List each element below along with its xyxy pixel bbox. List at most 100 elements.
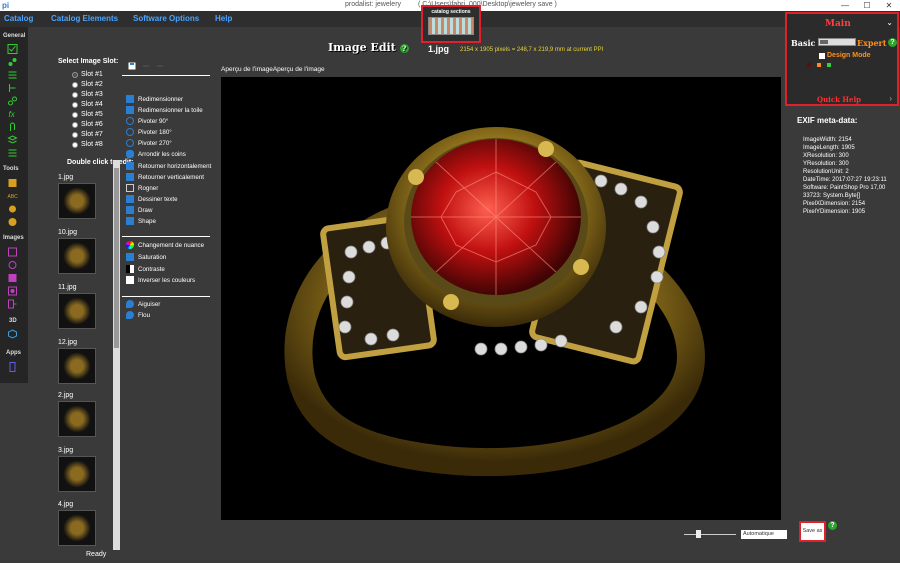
tool-item[interactable]: Contraste: [126, 265, 165, 273]
save-as-button[interactable]: Save as: [799, 521, 826, 542]
radio-selected[interactable]: [72, 71, 78, 78]
menu-catalog[interactable]: Catalog: [4, 14, 33, 23]
zoom-mode-select[interactable]: Automatique: [741, 530, 787, 539]
radio[interactable]: [72, 121, 78, 128]
badge-icon[interactable]: [7, 217, 18, 227]
tool-item[interactable]: Inverser les couleurs: [126, 276, 195, 284]
tool-item[interactable]: Saturation: [126, 253, 166, 261]
check-icon[interactable]: [7, 44, 18, 54]
design-mode-toggle[interactable]: Design Mode: [819, 52, 871, 59]
quick-help-link[interactable]: Quick Help: [817, 95, 861, 104]
image-icon[interactable]: [7, 247, 18, 257]
close-button[interactable]: ✕: [878, 0, 900, 11]
slot-option[interactable]: Slot #5: [72, 111, 103, 118]
design-mode-checkbox[interactable]: [819, 52, 825, 59]
thumbnail-image[interactable]: [58, 456, 96, 492]
tool-item[interactable]: Retourner verticalement: [126, 173, 204, 181]
thumbnail-image[interactable]: [58, 238, 96, 274]
export-icon[interactable]: [7, 299, 18, 309]
scroll-thumb[interactable]: [114, 168, 119, 348]
phone-icon[interactable]: [7, 362, 18, 372]
menu-software-options[interactable]: Software Options: [133, 14, 199, 23]
redo-icon[interactable]: [156, 62, 164, 70]
mode-slider[interactable]: [818, 38, 856, 46]
chevron-right-icon[interactable]: ›: [889, 94, 892, 103]
cube-icon[interactable]: [7, 329, 18, 339]
thumbs-scrollbar[interactable]: [113, 160, 120, 550]
list-icon[interactable]: [7, 148, 18, 158]
thumbnail-image[interactable]: [58, 510, 96, 546]
function-icon[interactable]: fx: [7, 109, 18, 119]
radio[interactable]: [72, 91, 78, 98]
menu-help[interactable]: Help: [215, 14, 232, 23]
slot-option[interactable]: Slot #1: [72, 71, 103, 78]
radio[interactable]: [72, 111, 78, 118]
zoom-slider[interactable]: [684, 530, 736, 538]
help-icon[interactable]: ?: [399, 44, 409, 53]
image-preview-canvas[interactable]: [221, 77, 781, 520]
thumbnail-image[interactable]: [58, 293, 96, 329]
tree-icon[interactable]: [7, 70, 18, 80]
book-icon[interactable]: [7, 178, 18, 188]
tool-item[interactable]: Dessiner texte: [126, 195, 178, 203]
radio[interactable]: [72, 131, 78, 138]
branch-icon[interactable]: [7, 83, 18, 93]
tool-item[interactable]: Flou: [126, 311, 150, 319]
zoom-slider-knob[interactable]: [696, 530, 701, 538]
link-icon[interactable]: [7, 96, 18, 106]
nodes-icon[interactable]: [7, 57, 18, 67]
slot-option[interactable]: Slot #2: [72, 81, 103, 88]
slot-option[interactable]: Slot #4: [72, 101, 103, 108]
play-button[interactable]: [827, 63, 831, 67]
thumbnail-item[interactable]: 10.jpg: [58, 229, 96, 274]
next-frame-button[interactable]: [817, 63, 821, 67]
tool-item[interactable]: Aiguiser: [126, 300, 160, 308]
tool-item[interactable]: Arrondir les coins: [126, 150, 186, 158]
tool-item[interactable]: Retourner horizontalement: [126, 162, 211, 170]
help-icon[interactable]: ?: [888, 38, 897, 47]
thumbnail-item[interactable]: 2.jpg: [58, 392, 96, 437]
tool-item[interactable]: Shape: [126, 217, 156, 225]
thumbnail-image[interactable]: [58, 401, 96, 437]
settings-icon[interactable]: [7, 204, 18, 214]
mode-slider-knob[interactable]: [820, 40, 828, 44]
thumbnail-image[interactable]: [58, 348, 96, 384]
thumbnail-item[interactable]: 4.jpg: [58, 501, 96, 546]
photo-icon[interactable]: [7, 286, 18, 296]
thumbnail-item[interactable]: 3.jpg: [58, 447, 96, 492]
tool-item[interactable]: Redimensionner: [126, 95, 183, 103]
slot-option[interactable]: Slot #3: [72, 91, 103, 98]
tool-item[interactable]: Changement de nuance: [126, 241, 204, 249]
undo-icon[interactable]: [142, 62, 150, 70]
tool-item[interactable]: Draw: [126, 206, 152, 214]
slot-option[interactable]: Slot #8: [72, 141, 103, 148]
menu-catalog-elements[interactable]: Catalog Elements: [51, 14, 118, 23]
tool-item[interactable]: Redimensionner la toile: [126, 106, 203, 114]
thumbnail-item[interactable]: 1.jpg: [58, 174, 96, 219]
minimize-button[interactable]: —: [834, 0, 856, 11]
tool-item[interactable]: Rogner: [126, 184, 158, 192]
layers-icon[interactable]: [7, 135, 18, 145]
save-icon[interactable]: [128, 62, 136, 70]
radio[interactable]: [72, 141, 78, 148]
paperclip-icon[interactable]: [7, 122, 18, 132]
tool-item[interactable]: Pivoter 180°: [126, 128, 172, 136]
radio[interactable]: [72, 101, 78, 108]
first-button[interactable]: [807, 63, 811, 67]
slot-option[interactable]: Slot #7: [72, 131, 103, 138]
radio[interactable]: [72, 81, 78, 88]
chevron-down-icon[interactable]: ⌄: [886, 18, 893, 27]
thumbnail-item[interactable]: 11.jpg: [58, 284, 96, 329]
thumbnail-image[interactable]: [58, 183, 96, 219]
divider: [122, 296, 210, 297]
tool-item[interactable]: Pivoter 270°: [126, 139, 172, 147]
gallery-icon[interactable]: [7, 273, 18, 283]
tool-item[interactable]: Pivoter 90°: [126, 117, 168, 125]
catalog-sections-button[interactable]: catalog sections: [421, 5, 481, 43]
thumbnail-item[interactable]: 12.jpg: [58, 339, 96, 384]
spellcheck-icon[interactable]: ABC: [7, 191, 19, 201]
maximize-button[interactable]: ☐: [856, 0, 878, 11]
help-icon[interactable]: ?: [828, 521, 837, 530]
slot-option[interactable]: Slot #6: [72, 121, 103, 128]
crop-icon[interactable]: [7, 260, 18, 270]
